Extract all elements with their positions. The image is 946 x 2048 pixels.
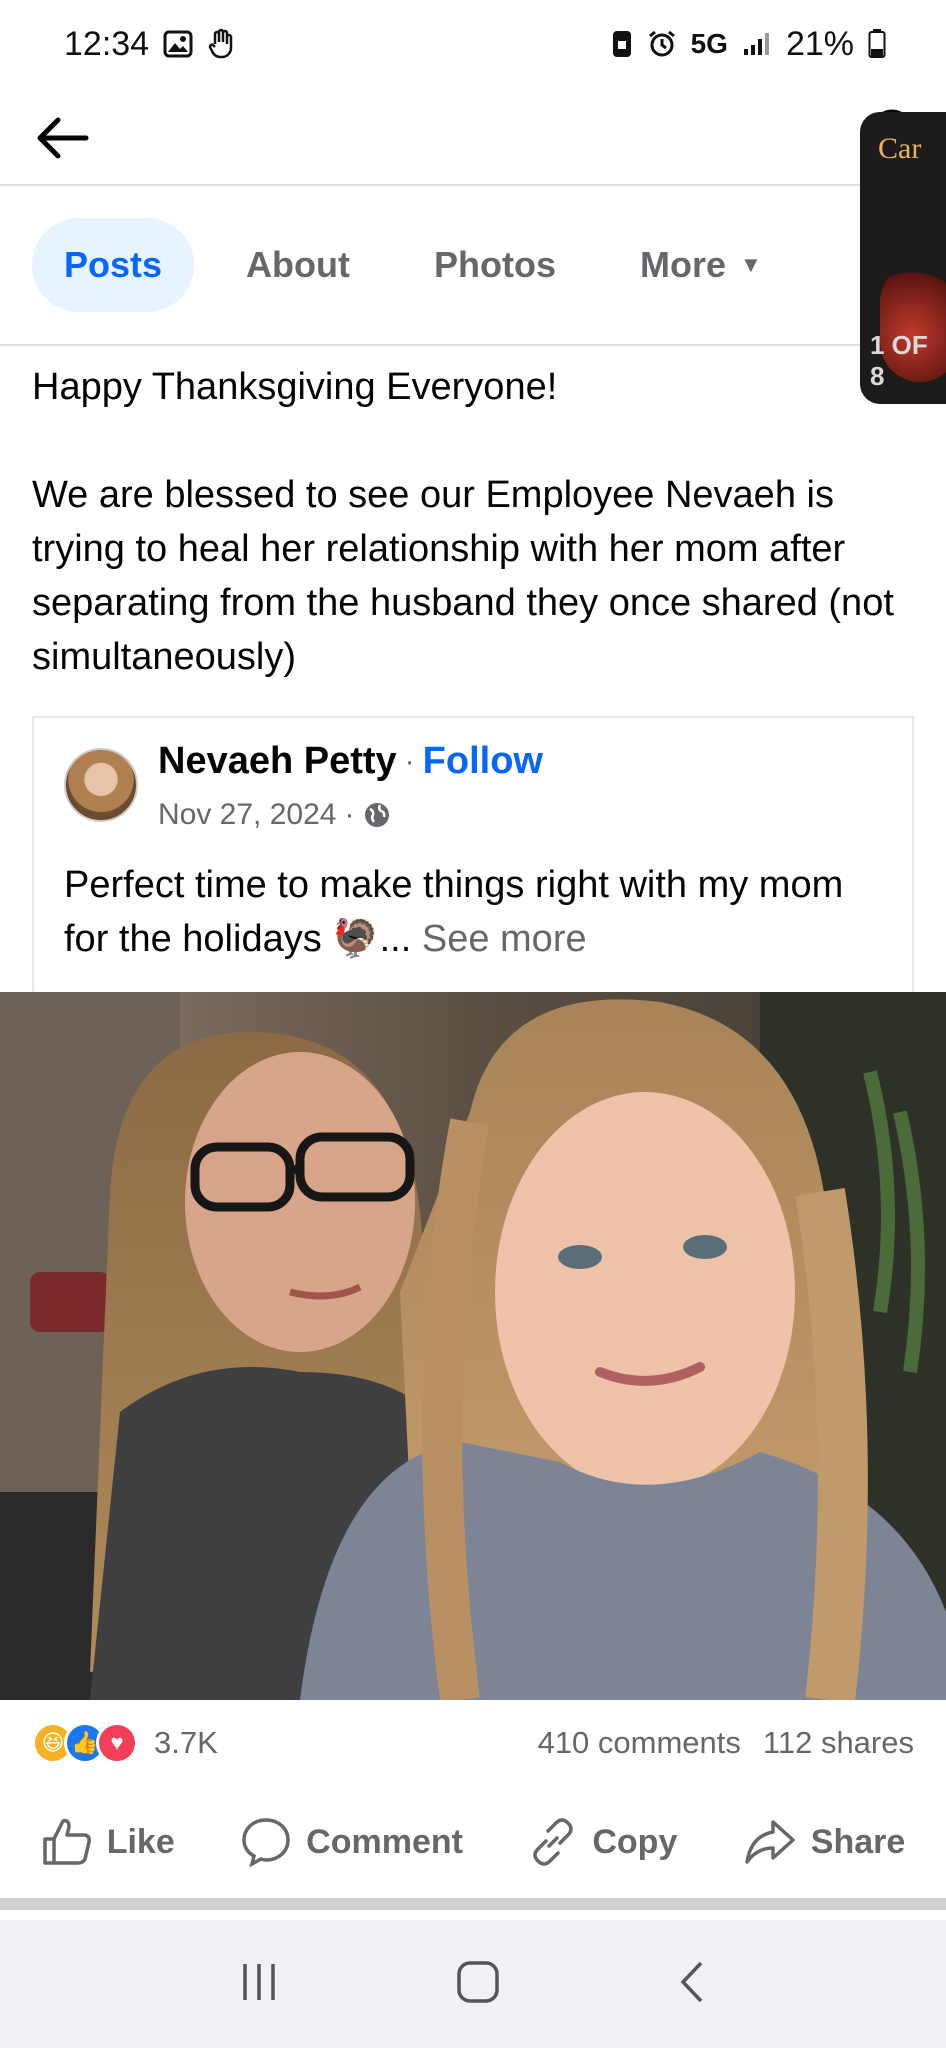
follow-button[interactable]: Follow — [423, 740, 543, 783]
link-icon — [533, 1818, 574, 1866]
reaction-summary: 😆 👍 ♥ 3.7K 410 comments 112 shares — [32, 1718, 914, 1768]
recent-apps-button[interactable] — [237, 1960, 281, 2009]
turkey-emoji: 🦃 — [332, 918, 380, 960]
see-more-link[interactable]: See more — [422, 918, 587, 960]
share-label: Share — [810, 1822, 906, 1861]
separator-dot: · — [344, 798, 355, 831]
tab-label: Photos — [434, 244, 557, 285]
like-button[interactable]: Like — [41, 1817, 175, 1867]
battery-level: 21% — [785, 24, 854, 63]
shared-post-text: Perfect time to make things right with m… — [64, 858, 884, 966]
engagement-stats: 410 comments 112 shares — [538, 1725, 914, 1761]
avatar[interactable] — [64, 748, 138, 822]
comments-count[interactable]: 410 comments — [538, 1725, 741, 1761]
ellipsis: ... — [379, 918, 412, 960]
system-navigation-bar — [0, 1920, 946, 2048]
tab-label: More — [640, 244, 727, 285]
post-photo[interactable] — [0, 992, 946, 1700]
copy-link-button[interactable]: Copy — [528, 1817, 677, 1867]
tab-photos[interactable]: Photos — [402, 218, 588, 312]
clock: 12:34 — [64, 24, 150, 63]
share-button[interactable]: Share — [743, 1818, 906, 1866]
post-greeting: Happy Thanksgiving Everyone! — [32, 366, 558, 408]
signal-icon — [743, 33, 769, 55]
gallery-notification-icon — [163, 30, 193, 58]
post-body: We are blessed to see our Employee Nevae… — [32, 474, 894, 678]
photo-image — [0, 992, 946, 1700]
post-date[interactable]: Nov 27, 2024 — [158, 798, 336, 832]
tab-label: Posts — [64, 244, 163, 285]
network-type: 5G — [690, 28, 728, 59]
status-left: 12:34 — [64, 25, 237, 64]
separator-dot: · — [404, 744, 415, 778]
author-name[interactable]: Nevaeh Petty — [158, 740, 397, 783]
shared-post-header: Nevaeh Petty · Follow — [158, 740, 543, 783]
section-divider — [0, 1898, 946, 1910]
globe-icon — [365, 803, 390, 827]
tab-about[interactable]: About — [214, 218, 382, 312]
arrow-left-icon — [37, 117, 89, 159]
tab-posts[interactable]: Posts — [32, 218, 195, 312]
tab-more[interactable]: More ▼ — [608, 218, 794, 312]
lock-notification-icon — [612, 31, 631, 57]
reaction-count: 3.7K — [154, 1725, 218, 1760]
system-back-button[interactable] — [675, 1959, 709, 2010]
thumbs-up-icon — [42, 1818, 91, 1865]
status-bar: 12:34 5G 21% — [0, 0, 946, 88]
comment-label: Comment — [306, 1822, 463, 1861]
reaction-count-area[interactable]: 😆 👍 ♥ 3.7K — [32, 1722, 218, 1764]
post-text: Happy Thanksgiving Everyone! We are bles… — [32, 360, 912, 684]
hand-notification-icon — [208, 28, 233, 59]
share-icon — [745, 1820, 795, 1864]
home-icon — [457, 1960, 499, 2003]
caret-down-icon: ▼ — [740, 252, 762, 277]
battery-icon — [868, 29, 886, 58]
shared-post-meta: Nov 27, 2024 · — [158, 798, 392, 832]
post-actions: Like Comment Copy Share — [0, 1800, 946, 1884]
comment-button[interactable]: Comment — [240, 1816, 463, 1868]
alarm-icon — [648, 30, 675, 57]
home-button[interactable] — [455, 1959, 501, 2010]
like-label: Like — [106, 1822, 175, 1861]
recent-apps-icon — [243, 1963, 275, 2000]
status-right: 5G 21% — [611, 25, 886, 64]
love-reaction-icon: ♥ — [96, 1722, 138, 1764]
copy-label: Copy — [592, 1822, 678, 1861]
shared-post-card[interactable]: Nevaeh Petty · Follow Nov 27, 2024 · Per… — [32, 716, 914, 992]
chevron-left-icon — [680, 1961, 703, 2002]
back-button[interactable] — [30, 106, 94, 170]
shares-count[interactable]: 112 shares — [763, 1725, 914, 1761]
profile-tabs: Posts About Photos More ▼ — [0, 186, 946, 346]
pip-title: Car — [878, 132, 922, 165]
comment-icon — [242, 1818, 290, 1868]
reaction-icons: 😆 👍 ♥ — [32, 1722, 138, 1764]
page-header — [0, 88, 946, 186]
tab-label: About — [246, 244, 351, 285]
